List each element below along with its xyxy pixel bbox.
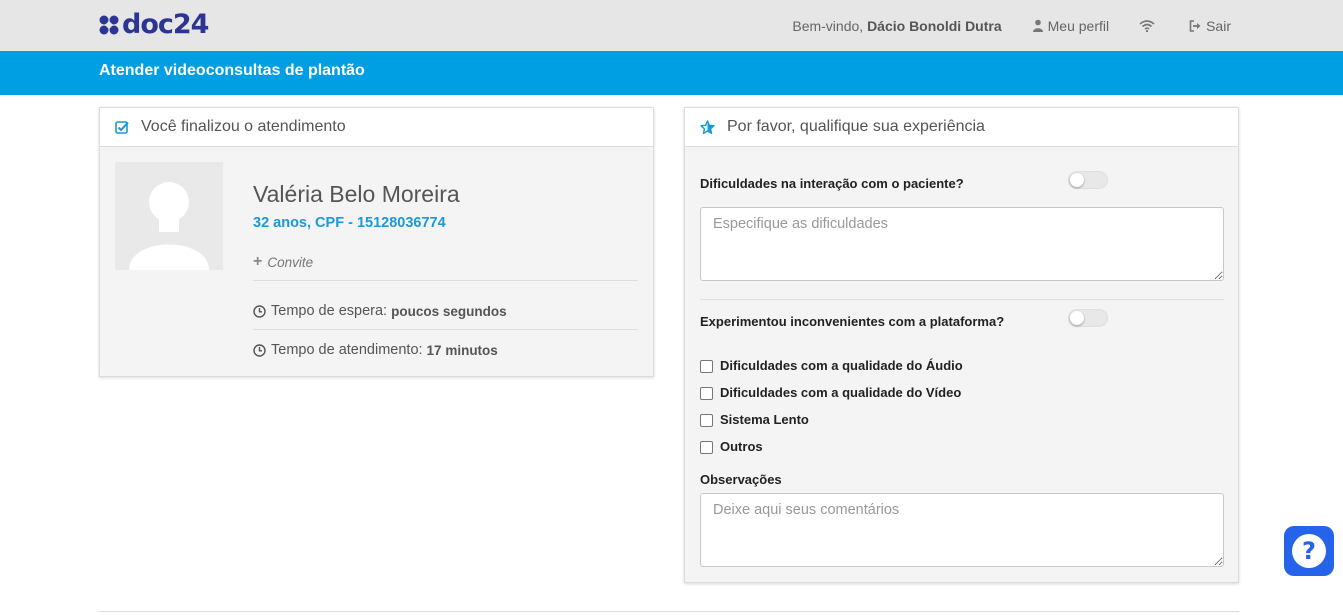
patient-info: 32 anos, CPF - 15128036774 [253, 215, 446, 231]
divider [253, 280, 638, 281]
difficulty-details-input[interactable] [700, 207, 1224, 281]
wifi-icon [1139, 19, 1155, 32]
user-name: Dácio Bonoldi Dutra [867, 17, 1002, 34]
service-label: Tempo de atendimento: [271, 342, 423, 358]
panel-header: Você finalizou o atendimento [100, 108, 653, 147]
interaction-difficulty-label: Dificuldades na interação com o paciente… [700, 176, 964, 191]
panel-header: Por favor, qualifique sua experiência [685, 108, 1238, 147]
welcome-text: Bem-vindo, Dácio Bonoldi Dutra [792, 18, 1001, 34]
service-time-row: Tempo de atendimento: 17 minutos [253, 342, 498, 358]
footer-divider [99, 611, 1239, 612]
option-others[interactable]: Outros [700, 439, 763, 454]
check-square-icon [115, 120, 129, 134]
star-icon [700, 119, 715, 135]
page-title: Atender videoconsultas de plantão [99, 62, 365, 79]
interaction-difficulty-toggle[interactable] [1068, 171, 1108, 189]
logout-link[interactable]: Sair [1189, 18, 1231, 34]
invite-link[interactable]: + Convite [253, 253, 313, 271]
option-video-quality[interactable]: Dificuldades com a qualidade do Vídeo [700, 385, 961, 400]
invite-label: Convite [267, 254, 314, 270]
logout-label: Sair [1206, 17, 1231, 34]
checkbox[interactable] [700, 360, 713, 373]
option-label: Sistema Lento [720, 412, 809, 427]
plus-icon: + [253, 253, 263, 270]
finished-consultation-panel: Você finalizou o atendimento Valéria Bel… [99, 107, 654, 377]
rating-panel: Por favor, qualifique sua experiência Di… [684, 107, 1239, 583]
welcome-prefix: Bem-vindo, [792, 17, 864, 34]
platform-issues-label: Experimentou inconvenientes com a plataf… [700, 314, 1005, 329]
checkbox[interactable] [700, 414, 713, 427]
option-label: Outros [720, 439, 763, 454]
logo-mark-icon [98, 14, 120, 36]
toggle-knob [1070, 311, 1084, 325]
wait-label: Tempo de espera: [271, 303, 388, 319]
checkbox[interactable] [700, 441, 713, 454]
sign-out-icon [1189, 19, 1202, 32]
divider [253, 329, 638, 330]
wait-time-row: Tempo de espera: poucos segundos [253, 303, 507, 319]
option-slow-system[interactable]: Sistema Lento [700, 412, 809, 427]
page-banner: Atender videoconsultas de plantão [0, 51, 1343, 95]
profile-link[interactable]: Meu perfil [1032, 18, 1109, 34]
help-button[interactable]: ? [1284, 526, 1334, 576]
service-value: 17 minutos [426, 342, 498, 358]
patient-name: Valéria Belo Moreira [253, 181, 460, 207]
checkbox[interactable] [700, 387, 713, 400]
question-icon: ? [1292, 534, 1326, 568]
toggle-knob [1070, 173, 1084, 187]
option-label: Dificuldades com a qualidade do Áudio [720, 358, 963, 373]
platform-issues-toggle[interactable] [1068, 309, 1108, 327]
top-nav: Bem-vindo, Dácio Bonoldi Dutra Meu perfi… [792, 0, 1231, 51]
top-header: doc24 Bem-vindo, Dácio Bonoldi Dutra Meu… [0, 0, 1343, 51]
panel-title: Por favor, qualifique sua experiência [727, 118, 985, 135]
observations-input[interactable] [700, 493, 1224, 567]
option-label: Dificuldades com a qualidade do Vídeo [720, 385, 962, 400]
logo-text: doc24 [122, 9, 209, 40]
panel-title: Você finalizou o atendimento [141, 118, 346, 135]
clock-icon [253, 343, 266, 357]
wait-value: poucos segundos [391, 303, 507, 319]
clock-icon [253, 304, 266, 318]
avatar [115, 162, 223, 270]
doc24-logo[interactable]: doc24 [98, 9, 209, 40]
user-icon [1032, 19, 1044, 32]
connection-status[interactable] [1139, 19, 1159, 32]
profile-label: Meu perfil [1047, 17, 1110, 34]
divider [700, 299, 1224, 300]
observations-label: Observações [700, 472, 782, 487]
option-audio-quality[interactable]: Dificuldades com a qualidade do Áudio [700, 358, 963, 373]
